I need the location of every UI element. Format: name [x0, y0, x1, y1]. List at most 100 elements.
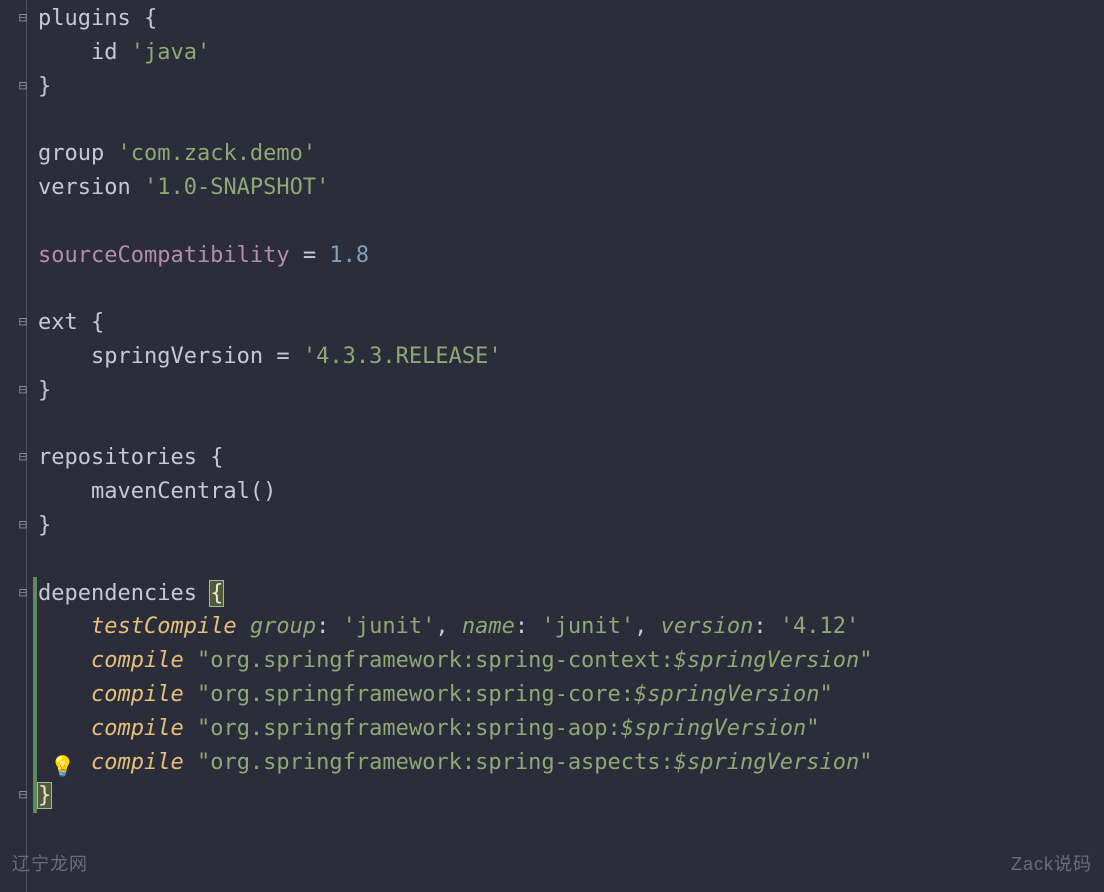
- token-callY: compile: [91, 750, 184, 775]
- token-str: '1.0-SNAPSHOT': [144, 175, 329, 200]
- code-line[interactable]: compile "org.springframework:spring-core…: [38, 678, 833, 712]
- fold-collapse-icon[interactable]: [17, 384, 29, 396]
- token-str: 'java': [131, 40, 210, 65]
- token-str: 'junit': [541, 614, 634, 639]
- code-line[interactable]: group 'com.zack.demo': [38, 137, 316, 171]
- fold-expand-icon[interactable]: [17, 12, 29, 24]
- change-marker: [33, 678, 37, 712]
- change-marker: [33, 577, 37, 611]
- change-marker: [33, 644, 37, 678]
- token-callY: compile: [91, 682, 184, 707]
- code-line[interactable]: testCompile group: 'junit', name: 'junit…: [38, 610, 859, 644]
- token-str: "org.springframework:spring-aop:: [197, 716, 621, 741]
- code-line[interactable]: version '1.0-SNAPSHOT': [38, 171, 329, 205]
- watermark-left: 辽宁龙网: [12, 848, 88, 882]
- change-marker: [33, 712, 37, 746]
- token-brace: {: [144, 6, 157, 31]
- gutter: [0, 0, 30, 892]
- token-plain: group: [38, 141, 117, 166]
- token-plain: [38, 716, 91, 741]
- token-plain: [38, 682, 91, 707]
- token-plain: [184, 716, 197, 741]
- code-line[interactable]: repositories {: [38, 441, 223, 475]
- token-strI: $springVersion: [674, 648, 859, 673]
- fold-expand-icon[interactable]: [17, 316, 29, 328]
- token-param: version: [661, 614, 754, 639]
- code-line[interactable]: }: [38, 374, 51, 408]
- token-plain: ,: [634, 614, 661, 639]
- token-brace: }: [38, 378, 51, 403]
- token-str: 'com.zack.demo': [117, 141, 316, 166]
- fold-collapse-icon[interactable]: [17, 789, 29, 801]
- token-plain: :: [515, 614, 542, 639]
- token-plain: ,: [435, 614, 462, 639]
- token-str: "org.springframework:spring-core:: [197, 682, 634, 707]
- token-brace: {: [210, 445, 223, 470]
- token-plain: [184, 750, 197, 775]
- token-plain: :: [316, 614, 343, 639]
- token-plain: version: [38, 175, 144, 200]
- token-str: ": [859, 750, 872, 775]
- token-braceHi: }: [38, 783, 51, 808]
- token-strI: $springVersion: [621, 716, 806, 741]
- code-line[interactable]: }: [38, 70, 51, 104]
- token-callY: testCompile: [91, 614, 237, 639]
- token-callY: compile: [91, 648, 184, 673]
- token-strI: $springVersion: [674, 750, 859, 775]
- fold-collapse-icon[interactable]: [17, 519, 29, 531]
- token-plain: [184, 648, 197, 673]
- token-strI: $springVersion: [634, 682, 819, 707]
- token-str: ": [819, 682, 832, 707]
- token-plain: [237, 614, 250, 639]
- token-callY: compile: [91, 716, 184, 741]
- token-prop: sourceCompatibility: [38, 243, 290, 268]
- token-num: 1.8: [329, 243, 369, 268]
- token-plain: [38, 614, 91, 639]
- change-marker: [33, 779, 37, 813]
- intention-bulb-icon[interactable]: 💡: [50, 750, 75, 784]
- code-line[interactable]: compile "org.springframework:spring-cont…: [38, 644, 872, 678]
- token-brace: }: [38, 513, 51, 538]
- fold-expand-icon[interactable]: [17, 451, 29, 463]
- token-plain: =: [290, 243, 330, 268]
- token-plain: springVersion =: [38, 344, 303, 369]
- token-str: '4.12': [780, 614, 859, 639]
- code-line[interactable]: mavenCentral(): [38, 475, 276, 509]
- watermark-right: Zack说码: [1011, 848, 1092, 882]
- token-str: '4.3.3.RELEASE': [303, 344, 502, 369]
- token-plain: :: [753, 614, 780, 639]
- token-str: 'junit': [343, 614, 436, 639]
- token-str: ": [859, 648, 872, 673]
- change-marker: [33, 746, 37, 780]
- token-str: ": [806, 716, 819, 741]
- change-marker: [33, 610, 37, 644]
- token-plain: repositories: [38, 445, 210, 470]
- token-plain: id: [38, 40, 131, 65]
- token-plain: ext: [38, 310, 91, 335]
- token-plain: dependencies: [38, 581, 210, 606]
- token-plain: [38, 648, 91, 673]
- code-line[interactable]: dependencies {: [38, 577, 223, 611]
- code-line[interactable]: plugins {: [38, 2, 157, 36]
- code-line[interactable]: compile "org.springframework:spring-aop:…: [38, 712, 819, 746]
- token-str: "org.springframework:spring-aspects:: [197, 750, 674, 775]
- code-line[interactable]: sourceCompatibility = 1.8: [38, 239, 369, 273]
- fold-expand-icon[interactable]: [17, 587, 29, 599]
- code-line[interactable]: id 'java': [38, 36, 210, 70]
- token-param: name: [462, 614, 515, 639]
- token-braceHi: {: [210, 581, 223, 606]
- fold-collapse-icon[interactable]: [17, 80, 29, 92]
- code-line[interactable]: }: [38, 509, 51, 543]
- token-plain: plugins: [38, 6, 144, 31]
- token-brace: {: [91, 310, 104, 335]
- token-plain: mavenCentral(): [38, 479, 276, 504]
- token-brace: }: [38, 74, 51, 99]
- code-line[interactable]: }: [38, 779, 51, 813]
- token-param: group: [250, 614, 316, 639]
- token-plain: [184, 682, 197, 707]
- code-line[interactable]: compile "org.springframework:spring-aspe…: [38, 746, 872, 780]
- code-line[interactable]: ext {: [38, 306, 104, 340]
- code-line[interactable]: springVersion = '4.3.3.RELEASE': [38, 340, 502, 374]
- token-str: "org.springframework:spring-context:: [197, 648, 674, 673]
- fold-guide-line: [26, 0, 27, 892]
